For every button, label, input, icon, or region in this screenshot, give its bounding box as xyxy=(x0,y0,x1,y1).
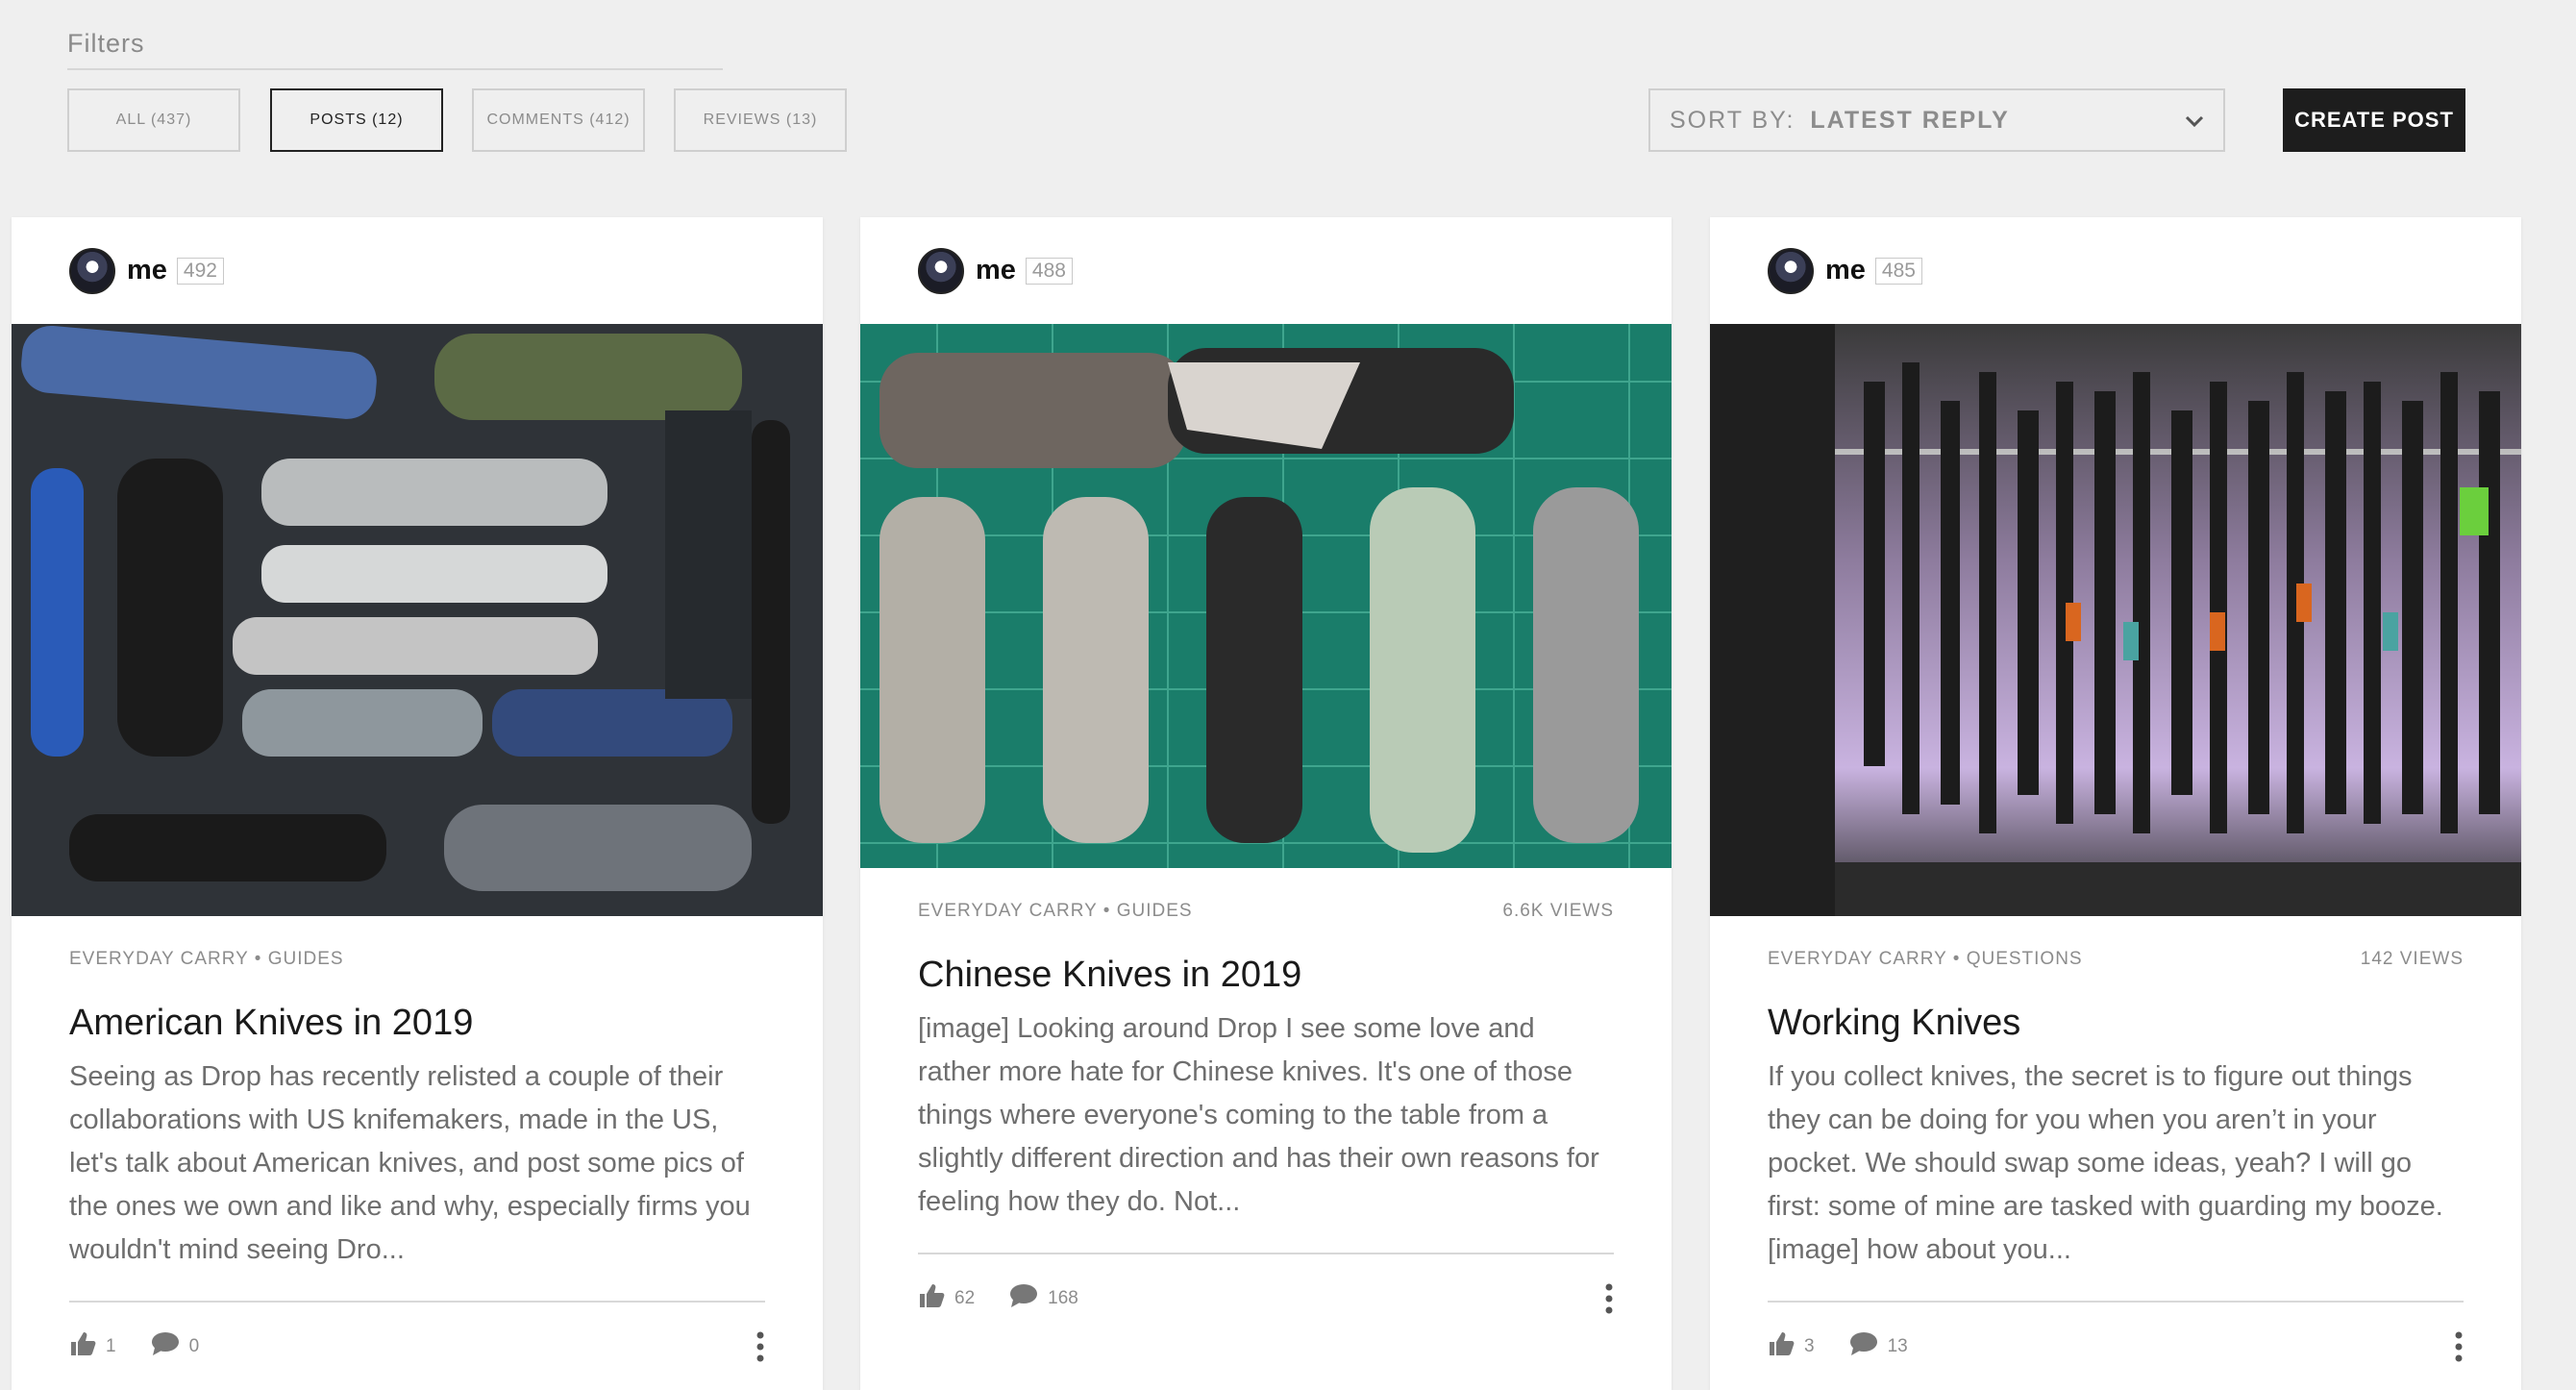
post-meta: EVERYDAY CARRY • GUIDES xyxy=(12,949,823,970)
comment-count: 168 xyxy=(1048,1288,1078,1308)
post-image[interactable] xyxy=(860,324,1672,868)
post-excerpt: Seeing as Drop has recently relisted a c… xyxy=(69,1061,751,1265)
username[interactable]: me xyxy=(1825,255,1866,286)
like-count: 3 xyxy=(1804,1336,1815,1356)
post-title[interactable]: Working Knives xyxy=(1710,1003,2521,1044)
comment-count: 13 xyxy=(1887,1336,1908,1356)
avatar[interactable] xyxy=(918,247,964,294)
filter-reviews-button[interactable]: REVIEWS (13) xyxy=(674,88,847,152)
thumbs-up-icon[interactable] xyxy=(918,1283,945,1314)
username[interactable]: me xyxy=(127,255,167,286)
post-image[interactable] xyxy=(1710,324,2521,916)
filter-posts-button[interactable]: POSTS (12) xyxy=(270,88,443,152)
thumbs-up-icon[interactable] xyxy=(69,1331,96,1362)
post-actions: 62 168 xyxy=(860,1283,1672,1314)
view-count: 142 VIEWS xyxy=(2360,949,2464,969)
create-post-button[interactable]: CREATE POST xyxy=(2283,88,2465,152)
comment-bubble-icon[interactable] xyxy=(1849,1331,1878,1362)
sort-value: LATEST REPLY xyxy=(1810,106,2010,134)
post-card[interactable]: me 492 EVERYDAY CARRY • GUIDES American … xyxy=(12,217,823,1390)
more-vertical-icon[interactable] xyxy=(755,1331,765,1368)
comment-count: 0 xyxy=(188,1336,200,1356)
more-vertical-icon[interactable] xyxy=(2454,1331,2464,1368)
chevron-down-icon xyxy=(2183,110,2206,139)
divider xyxy=(69,1301,765,1303)
comment-bubble-icon[interactable] xyxy=(151,1331,180,1362)
sort-label: SORT BY: xyxy=(1670,106,1796,134)
thumbs-up-icon[interactable] xyxy=(1768,1331,1795,1362)
post-card[interactable]: me 485 EVERYDAY CARRY • QUESTIONS 142 VI… xyxy=(1710,217,2521,1390)
card-header: me 492 xyxy=(12,217,823,324)
post-meta: EVERYDAY CARRY • GUIDES 6.6K VIEWS xyxy=(860,901,1672,922)
filters-bar: Filters ALL (437) POSTS (12) COMMENTS (4… xyxy=(67,29,2470,152)
post-meta: EVERYDAY CARRY • QUESTIONS 142 VIEWS xyxy=(1710,949,2521,970)
post-category[interactable]: EVERYDAY CARRY • GUIDES xyxy=(69,949,344,970)
user-score-badge: 485 xyxy=(1874,257,1922,285)
post-title[interactable]: American Knives in 2019 xyxy=(12,1003,823,1044)
view-count: 6.6K VIEWS xyxy=(1502,901,1614,921)
card-header: me 488 xyxy=(860,217,1672,324)
username[interactable]: me xyxy=(976,255,1016,286)
post-excerpt: If you collect knives, the secret is to … xyxy=(1768,1061,2443,1265)
divider xyxy=(1768,1301,2464,1303)
post-image[interactable] xyxy=(12,324,823,916)
filter-all-button[interactable]: ALL (437) xyxy=(67,88,240,152)
post-category[interactable]: EVERYDAY CARRY • QUESTIONS xyxy=(1768,949,2083,970)
post-actions: 1 0 xyxy=(12,1331,823,1362)
post-actions: 3 13 xyxy=(1710,1331,2521,1362)
like-count: 62 xyxy=(954,1288,976,1308)
post-title[interactable]: Chinese Knives in 2019 xyxy=(860,955,1672,996)
more-vertical-icon[interactable] xyxy=(1604,1283,1614,1320)
divider xyxy=(918,1253,1614,1254)
card-header: me 485 xyxy=(1710,217,2521,324)
filters-title: Filters xyxy=(67,29,723,70)
sort-dropdown[interactable]: SORT BY: LATEST REPLY xyxy=(1648,88,2225,152)
avatar[interactable] xyxy=(1768,247,1814,294)
post-category[interactable]: EVERYDAY CARRY • GUIDES xyxy=(918,901,1193,922)
avatar[interactable] xyxy=(69,247,115,294)
filter-comments-button[interactable]: COMMENTS (412) xyxy=(472,88,645,152)
post-excerpt: [image] Looking around Drop I see some l… xyxy=(918,1013,1599,1217)
comment-bubble-icon[interactable] xyxy=(1009,1283,1038,1314)
post-card[interactable]: me 488 EVERYDAY CARRY • GUIDES 6.6K VIEW… xyxy=(860,217,1672,1390)
like-count: 1 xyxy=(106,1336,116,1356)
user-score-badge: 488 xyxy=(1025,257,1073,285)
user-score-badge: 492 xyxy=(176,257,224,285)
